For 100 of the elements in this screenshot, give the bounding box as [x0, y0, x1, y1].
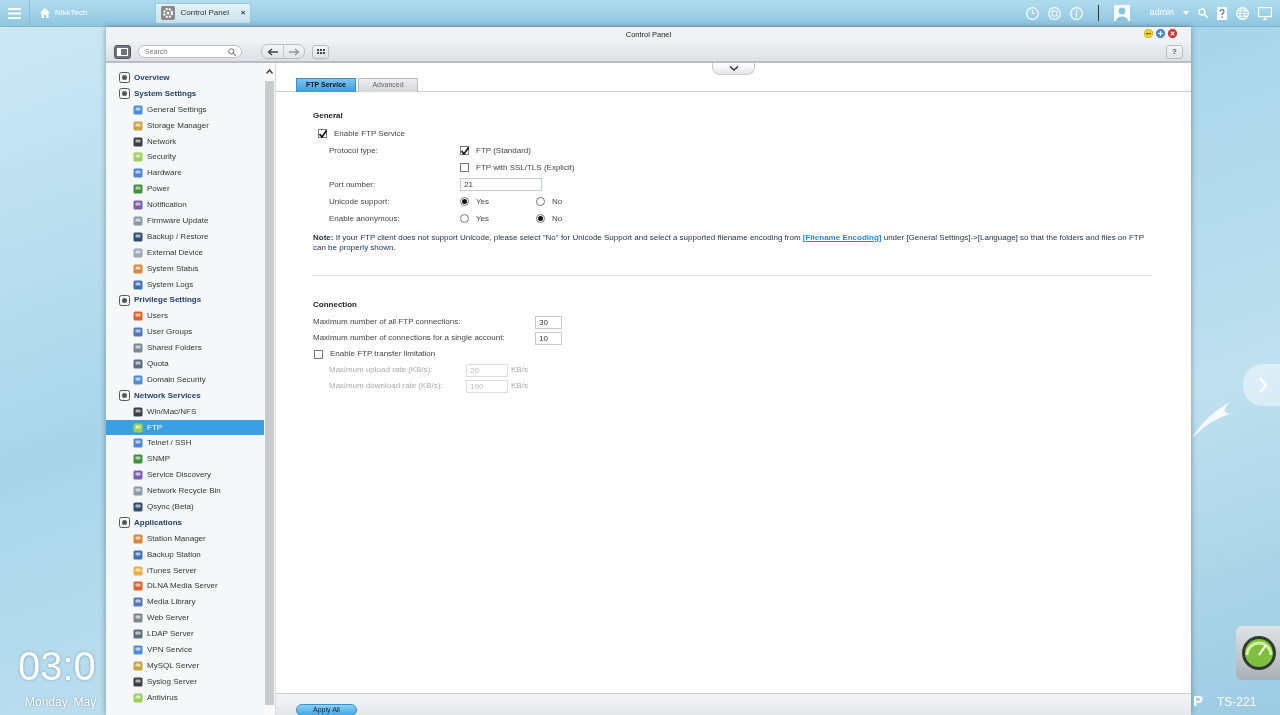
close-icon[interactable]	[1168, 29, 1177, 38]
app-icon	[133, 549, 143, 560]
checkbox[interactable]	[460, 146, 469, 155]
checkbox[interactable]	[314, 349, 323, 359]
checkbox[interactable]	[460, 163, 469, 172]
gauge-widget[interactable]	[1236, 626, 1280, 680]
radio-button[interactable]	[536, 197, 545, 206]
sidebar-toggle-button[interactable]	[114, 44, 131, 59]
grid-icon	[316, 49, 325, 54]
checkbox[interactable]	[318, 129, 327, 138]
category-icon	[119, 88, 130, 100]
app-icon	[133, 358, 143, 369]
sidebar-item[interactable]: Quota	[106, 356, 264, 372]
radio-label: Yes	[476, 212, 490, 225]
chevron-right-icon	[1258, 377, 1268, 393]
sidebar-group[interactable]: Applications	[106, 514, 264, 531]
section-heading: Connection	[313, 299, 358, 311]
sidebar-item[interactable]: SNMP	[106, 451, 264, 468]
sidebar-item[interactable]: System Logs	[106, 276, 264, 293]
section-heading: General	[313, 110, 344, 122]
apps-button[interactable]	[312, 44, 329, 59]
sidebar-item[interactable]: Service Discovery	[106, 467, 264, 484]
category-icon	[119, 390, 130, 402]
app-icon	[133, 502, 143, 512]
number-input[interactable]: 10	[535, 331, 562, 345]
app-icon	[133, 422, 143, 433]
sidebar-item[interactable]: MySQL Server	[106, 657, 264, 674]
note-text: Note: If your FTP client does not support Unicode, please select "No" for Unicode Support and select a supported filename encoding from [Filename Encoding] under [General Settings]->[Language] so that the folders and files on FTP can be properly shown.	[313, 233, 1145, 253]
filename-encoding-link[interactable]: [Filename Encoding]	[802, 233, 882, 242]
app-icon	[133, 660, 143, 671]
sidebar-item[interactable]: Network	[106, 133, 264, 150]
sidebar-item[interactable]: Syslog Server	[106, 673, 264, 690]
sidebar-item[interactable]: Qsync (Beta)	[106, 499, 264, 515]
help-button[interactable]: ?	[1166, 44, 1183, 59]
sidebar-item[interactable]: Antivirus	[106, 689, 264, 706]
app-icon	[133, 184, 143, 195]
sidebar-item[interactable]: Network Recycle Bin	[106, 483, 264, 500]
gear-icon	[161, 6, 176, 20]
sidebar-group[interactable]: Privilege Settings	[106, 292, 264, 309]
sidebar-group[interactable]: System Settings	[106, 85, 264, 102]
sidebar-item[interactable]: Telnet / SSH	[106, 435, 264, 452]
sidebar-item[interactable]: VPN Service	[106, 642, 264, 658]
sidebar-item[interactable]: Win/Mac/NFS	[106, 403, 264, 420]
app-icon	[133, 263, 143, 274]
field-label: Maximum download rate (KB/s):	[329, 380, 444, 392]
app-icon	[133, 311, 143, 322]
sidebar-item[interactable]: Hardware	[106, 165, 264, 182]
taskbar-tab[interactable]: Control Panel ×	[155, 2, 252, 24]
port-input[interactable]: 21	[460, 178, 542, 191]
chevron-down-icon	[728, 66, 739, 71]
app-icon	[133, 438, 143, 449]
sidebar-group[interactable]: Overview	[106, 70, 264, 86]
field-label: Maximum number of all FTP connections:	[313, 316, 462, 328]
scrollbar[interactable]	[264, 63, 275, 715]
collapse-button[interactable]	[712, 63, 755, 75]
sidebar-item[interactable]: Backup / Restore	[106, 228, 264, 245]
sidebar-item[interactable]: Power	[106, 181, 264, 198]
model-text: TS-221	[1217, 694, 1257, 711]
app-icon	[133, 581, 143, 592]
close-icon[interactable]: ×	[240, 7, 246, 19]
number-input[interactable]: 30	[535, 315, 562, 329]
radio-label: No	[552, 195, 563, 208]
sidebar-item[interactable]: Security	[106, 149, 264, 166]
radio-button[interactable]	[536, 214, 545, 223]
sidebar-icon	[117, 47, 128, 56]
sidebar-item[interactable]: LDAP Server	[106, 626, 264, 643]
sidebar-item[interactable]: User Groups	[106, 324, 264, 341]
sidebar-item[interactable]: Backup Station	[106, 546, 264, 563]
radio-button[interactable]	[460, 197, 469, 206]
sidebar-item[interactable]: External Device	[106, 244, 264, 261]
app-icon	[133, 406, 143, 417]
sidebar-item[interactable]: DLNA Media Server	[106, 578, 264, 595]
app-icon	[133, 279, 143, 290]
sidebar-item[interactable]: Users	[106, 308, 264, 325]
field-label: Maximum upload rate (KB/s):	[329, 364, 434, 376]
unit-label: KB/s	[511, 364, 528, 376]
sidebar-item[interactable]: Web Server	[106, 610, 264, 627]
sidebar-item[interactable]: Shared Folders	[106, 340, 264, 357]
app-icon	[133, 629, 143, 640]
sidebar-item[interactable]: Media Library	[106, 594, 264, 611]
sidebar-item[interactable]: System Status	[106, 260, 264, 277]
app-icon	[133, 597, 143, 608]
sidebar-item[interactable]: Storage Manager	[106, 117, 264, 134]
sidebar-group[interactable]: Network Services	[106, 387, 264, 404]
sidebar-item[interactable]: General Settings	[106, 101, 264, 118]
clock-text: 03:0	[18, 644, 97, 688]
help-icon[interactable]	[1217, 6, 1227, 20]
app-icon	[133, 104, 143, 115]
minimize-icon[interactable]	[1144, 29, 1153, 38]
sidebar-item[interactable]: Domain Security	[106, 371, 264, 388]
sidebar-item[interactable]: Firmware Update	[106, 213, 264, 229]
sidebar-item[interactable]: Notification	[106, 197, 264, 213]
sidebar-item[interactable]: iTunes Server	[106, 562, 264, 579]
sidebar-item[interactable]: Station Manager	[106, 530, 264, 547]
app-icon	[133, 247, 143, 258]
scroll-up-icon[interactable]	[266, 69, 273, 74]
radio-label: No	[552, 212, 563, 225]
unit-label: KB/s	[511, 380, 528, 392]
maximize-icon[interactable]	[1156, 29, 1165, 38]
radio-button[interactable]	[460, 214, 469, 223]
